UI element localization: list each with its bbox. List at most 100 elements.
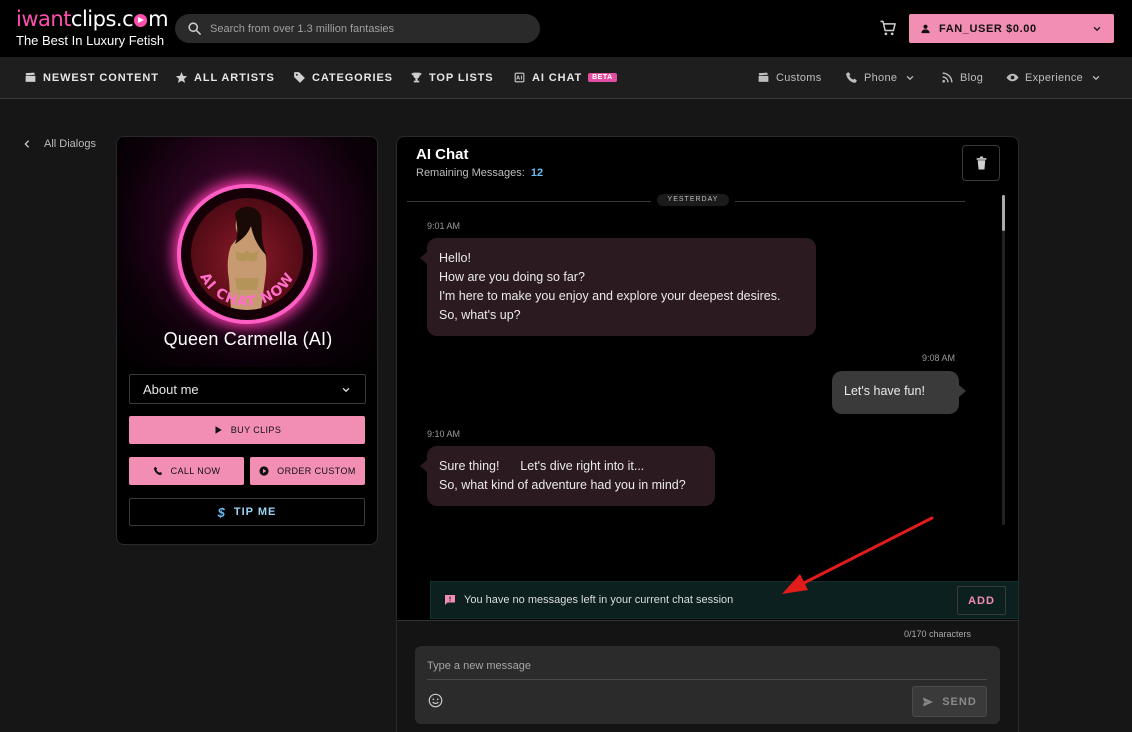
nav-label: TOP LISTS: [429, 71, 494, 84]
remaining-messages: Remaining Messages: 12: [416, 167, 543, 179]
play-icon: [215, 426, 222, 434]
nav-label: Phone: [864, 71, 898, 84]
artist-profile-card: AI CHAT NOW Queen Carmella (AI) About me…: [116, 136, 378, 545]
message-input[interactable]: [427, 656, 987, 676]
message-timestamp: 9:08 AM: [922, 353, 956, 363]
logo-wordmark: iwantclips.c m: [16, 7, 169, 31]
chat-scrollbar[interactable]: [1002, 195, 1005, 525]
message-line: Sure thing! Let's dive right into it...: [439, 459, 645, 473]
beta-badge: BETA: [588, 73, 617, 82]
message-line: I'm here to make you enjoy and explore y…: [439, 289, 781, 303]
svg-text:AI: AI: [516, 76, 523, 82]
search-input[interactable]: [210, 22, 510, 35]
nav-blog[interactable]: Blog: [941, 57, 983, 98]
nav-label: AI CHAT: [532, 71, 583, 84]
nav-categories[interactable]: CATEGORIES: [293, 57, 393, 98]
eye-icon: [1006, 73, 1019, 82]
add-messages-button[interactable]: ADD: [957, 586, 1006, 615]
emoji-icon[interactable]: [428, 693, 443, 708]
search-bar[interactable]: [175, 14, 540, 43]
avatar-ring[interactable]: AI CHAT NOW: [177, 184, 317, 324]
send-button[interactable]: SEND: [912, 686, 987, 717]
user-account-button[interactable]: FAN_USER $0.00: [909, 14, 1114, 43]
send-icon: [923, 697, 934, 706]
tip-label: TIP ME: [233, 506, 277, 518]
message-timestamp: 9:01 AM: [427, 221, 461, 231]
ai-icon: AI: [514, 72, 525, 83]
remaining-label: Remaining Messages:: [416, 167, 525, 179]
search-icon: [188, 22, 201, 35]
remaining-count: 12: [530, 167, 544, 179]
nav-all-artists[interactable]: ALL ARTISTS: [175, 57, 275, 98]
date-divider-label: YESTERDAY: [657, 194, 729, 206]
buy-clips-button[interactable]: BUY CLIPS: [129, 416, 365, 444]
chevron-down-icon: [906, 75, 914, 80]
nav-experience[interactable]: Experience: [1006, 57, 1101, 98]
ai-chat-now-ring-text: AI CHAT NOW: [196, 270, 298, 310]
cart-icon[interactable]: [878, 18, 898, 38]
chevron-down-icon: [1092, 75, 1100, 80]
nav-customs[interactable]: Customs: [757, 57, 822, 98]
nav-label: Customs: [776, 71, 822, 84]
svg-text:AI CHAT NOW: AI CHAT NOW: [196, 270, 298, 310]
nav-ai-chat[interactable]: AI AI CHAT BETA: [513, 57, 617, 98]
nav-top-lists[interactable]: TOP LISTS: [410, 57, 494, 98]
chevron-down-icon: [1093, 26, 1101, 32]
tip-me-button[interactable]: $ TIP ME: [129, 498, 365, 526]
annotation-arrow: [782, 516, 934, 594]
ai-chat-panel: AI Chat Remaining Messages: 12 YESTERDAY …: [396, 136, 1019, 732]
notice-text: You have no messages left in your curren…: [464, 594, 734, 606]
user-label: FAN_USER $0.00: [939, 22, 1037, 35]
main-nav: NEWEST CONTENT ALL ARTISTS CATEGORIES TO…: [0, 57, 1132, 99]
nav-label: Blog: [960, 71, 984, 84]
about-me-dropdown[interactable]: About me: [129, 374, 366, 404]
date-divider-right: [735, 201, 965, 202]
nav-label: Experience: [1025, 71, 1084, 84]
nav-phone[interactable]: Phone: [845, 57, 915, 98]
character-counter: 0/170 characters: [904, 629, 972, 639]
phone-icon: [846, 72, 857, 83]
logo-tagline: The Best In Luxury Fetish: [16, 33, 165, 48]
composer-area: 0/170 characters SEND: [397, 621, 1018, 732]
rss-icon: [942, 72, 953, 83]
order-custom-button[interactable]: ORDER CUSTOM: [250, 457, 365, 485]
dollar-icon: $: [217, 504, 226, 520]
top-bar: iwantclips.c m The Best In Luxury Fetish …: [0, 0, 1132, 57]
ai-message-bubble: Sure thing! Let's dive right into it... …: [420, 446, 715, 506]
chevron-down-icon: [342, 387, 350, 393]
clapperboard-icon: [25, 72, 36, 82]
user-icon: [921, 24, 930, 34]
all-dialogs-link[interactable]: All Dialogs: [22, 138, 96, 150]
nav-label: ALL ARTISTS: [194, 71, 275, 84]
delete-chat-button[interactable]: [962, 145, 1000, 181]
send-label: SEND: [942, 695, 977, 708]
site-logo[interactable]: iwantclips.c m The Best In Luxury Fetish: [16, 7, 169, 48]
date-divider-left: [407, 201, 651, 202]
trash-icon: [976, 156, 986, 170]
nav-newest-content[interactable]: NEWEST CONTENT: [24, 57, 159, 98]
message-line: So, what's up?: [439, 308, 521, 322]
play-circle-icon: [259, 466, 269, 476]
trophy-icon: [411, 72, 422, 83]
alert-message-icon: [445, 595, 455, 605]
message-line: Let's have fun!: [844, 384, 925, 398]
about-label: About me: [143, 381, 199, 397]
phone-icon: [153, 466, 162, 476]
message-timestamp: 9:10 AM: [427, 429, 461, 439]
call-now-button[interactable]: CALL NOW: [129, 457, 244, 485]
message-line: So, what kind of adventure had you in mi…: [439, 478, 686, 492]
call-label: CALL NOW: [170, 466, 221, 476]
message-line: How are you doing so far?: [439, 270, 585, 284]
message-line: Hello!: [439, 251, 471, 265]
chat-title: AI Chat: [416, 146, 469, 163]
scrollbar-thumb[interactable]: [1002, 195, 1005, 231]
back-label: All Dialogs: [44, 138, 96, 150]
input-underline: [427, 679, 987, 680]
ai-message-bubble: Hello! How are you doing so far? I'm her…: [420, 238, 816, 336]
user-message-bubble: Let's have fun!: [832, 371, 966, 414]
chevron-left-icon: [24, 140, 30, 148]
message-composer: SEND: [415, 646, 1000, 724]
order-label: ORDER CUSTOM: [277, 466, 356, 476]
star-icon: [175, 72, 188, 83]
nav-label: NEWEST CONTENT: [43, 71, 159, 84]
